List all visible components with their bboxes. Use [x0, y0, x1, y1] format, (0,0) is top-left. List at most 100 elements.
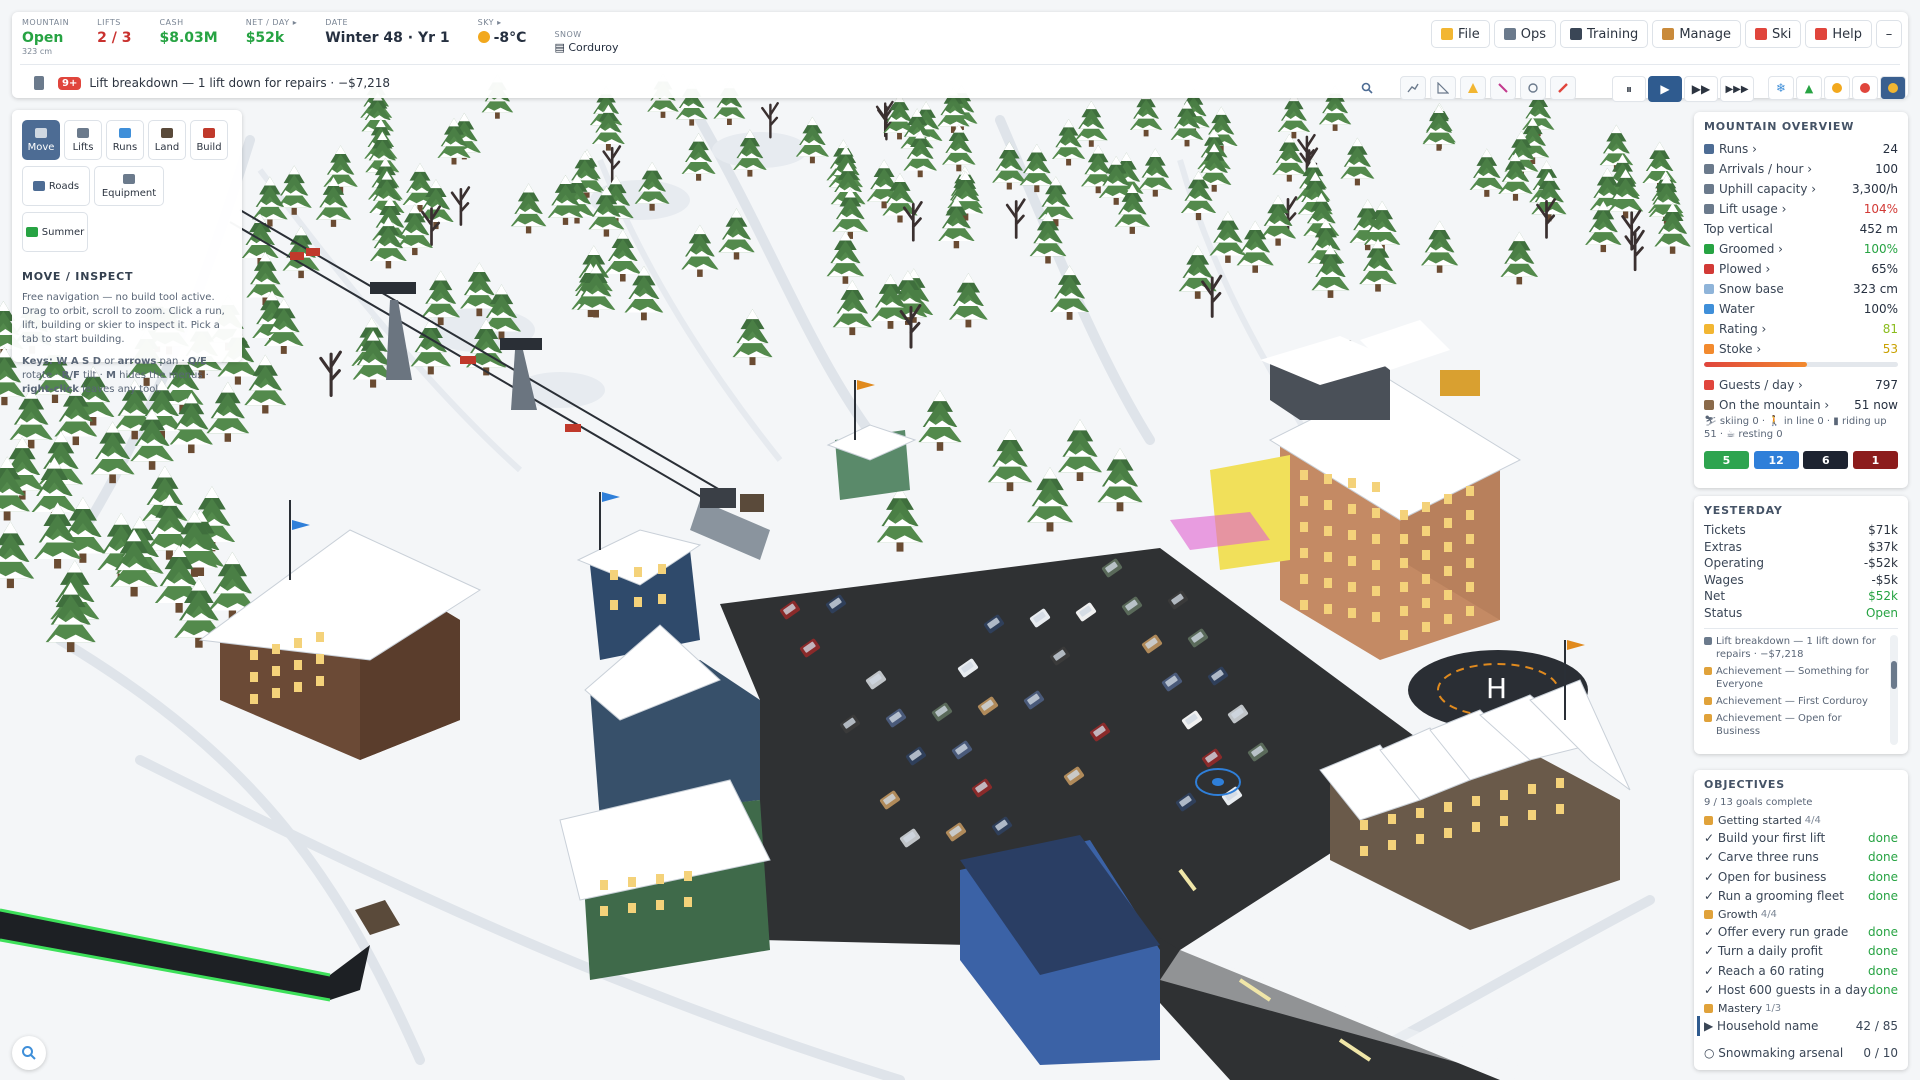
- overview-row[interactable]: Rating › 81: [1704, 319, 1898, 339]
- stat-net-per-day[interactable]: NET / DAY ▸ $52k: [246, 18, 298, 47]
- overview-row[interactable]: Plowed › 65%: [1704, 259, 1898, 279]
- target-icon[interactable]: [1520, 76, 1546, 100]
- slope-icon[interactable]: [1430, 76, 1456, 100]
- overview-row[interactable]: Arrivals / hour › 100: [1704, 159, 1898, 179]
- black-runs-count[interactable]: 6: [1803, 451, 1849, 469]
- row-value: 100%: [1863, 242, 1898, 256]
- fast-forward-button[interactable]: ▶▶: [1684, 76, 1718, 102]
- help-button[interactable]: Help: [1805, 20, 1872, 48]
- corduroy-icon: ▤: [554, 41, 569, 54]
- status-stats: MOUNTAIN Open 323 cm LIFTS 2 / 3 CASH $8…: [22, 18, 647, 62]
- fire-layer-toggle[interactable]: [1852, 76, 1878, 100]
- overview-row[interactable]: Uphill capacity › 3,300/h: [1704, 179, 1898, 199]
- event-log-scrollbar[interactable]: [1890, 635, 1898, 745]
- overview-row[interactable]: Lift usage › 104%: [1704, 199, 1898, 219]
- row-label: Groomed ›: [1719, 242, 1783, 256]
- trophy-icon: [1704, 815, 1713, 825]
- tab-land[interactable]: Land: [148, 120, 186, 160]
- objective-item[interactable]: ✓ Run a grooming fleet done: [1704, 887, 1898, 907]
- brush-icon[interactable]: [1550, 76, 1576, 100]
- blue-runs-count[interactable]: 12: [1753, 451, 1799, 469]
- overview-row-on-mountain[interactable]: On the mountain › 51 now: [1704, 395, 1898, 415]
- objective-label: ✓ Run a grooming fleet: [1704, 889, 1844, 904]
- tree-layer-toggle[interactable]: ▲: [1796, 76, 1822, 100]
- zoom-button[interactable]: [12, 1036, 46, 1070]
- row-label: Water: [1719, 302, 1755, 316]
- objective-item[interactable]: ✓ Build your first lift done: [1704, 828, 1898, 848]
- objective-item[interactable]: ✓ Carve three runs done: [1704, 848, 1898, 868]
- log-item[interactable]: Achievement — First Corduroy: [1704, 695, 1884, 708]
- tab-label: Land: [154, 141, 180, 153]
- overview-row-guests[interactable]: Guests / day › 797: [1704, 375, 1898, 395]
- log-item[interactable]: Achievement — Something for Everyone: [1704, 665, 1884, 691]
- window: [1466, 606, 1474, 616]
- tab-runs[interactable]: Runs: [106, 120, 144, 160]
- ops-button[interactable]: Ops: [1493, 20, 1557, 48]
- stat-label: CASH: [159, 18, 184, 27]
- window: [1444, 518, 1452, 528]
- warning-icon[interactable]: [1460, 76, 1486, 100]
- overview-row: Snow base 323 cm: [1704, 279, 1898, 299]
- objective-item[interactable]: ✓ Reach a 60 rating done: [1704, 961, 1898, 981]
- event-log[interactable]: Lift breakdown — 1 lift down for repairs…: [1704, 628, 1898, 745]
- double-black-runs-count[interactable]: 1: [1852, 451, 1898, 469]
- pause-button[interactable]: ⏸: [1612, 76, 1646, 102]
- ski-trail-icon[interactable]: [1490, 76, 1516, 100]
- overview-row[interactable]: Groomed › 100%: [1704, 239, 1898, 259]
- lamp-layer-toggle[interactable]: [1880, 76, 1906, 100]
- objective-item[interactable]: ✓ Host 600 guests in a day done: [1704, 981, 1898, 1001]
- row-label: Arrivals / hour ›: [1719, 162, 1813, 176]
- alert-ticker[interactable]: 9+ Lift breakdown — 1 lift down for repa…: [34, 76, 390, 90]
- snowflake-layer-toggle[interactable]: ❄: [1768, 76, 1794, 100]
- tab-summer[interactable]: Summer: [22, 212, 88, 252]
- search-icon[interactable]: [1354, 76, 1380, 100]
- minimize-button[interactable]: –: [1876, 20, 1902, 48]
- yesterday-panel: YESTERDAY Tickets $71k Extras $37k Operating…: [1694, 496, 1908, 754]
- stat-sky[interactable]: SKY ▸ -8°C: [477, 18, 526, 47]
- window: [1372, 482, 1380, 492]
- window: [1422, 598, 1430, 608]
- log-item[interactable]: Achievement — Open for Business: [1704, 712, 1884, 738]
- training-button[interactable]: Training: [1560, 20, 1649, 48]
- play-button[interactable]: ▶: [1648, 76, 1682, 102]
- overview-row[interactable]: Runs › 24: [1704, 139, 1898, 159]
- stat-mountain[interactable]: MOUNTAIN Open 323 cm: [22, 18, 69, 56]
- row-value: $71k: [1868, 523, 1898, 537]
- sun-layer-toggle[interactable]: [1824, 76, 1850, 100]
- stat-cash[interactable]: CASH $8.03M: [159, 18, 217, 47]
- objective-item[interactable]: ✓ Turn a daily profit done: [1704, 942, 1898, 962]
- tab-roads[interactable]: Roads: [22, 166, 90, 206]
- yesterday-row: Status Open: [1704, 606, 1898, 623]
- window: [1400, 630, 1408, 640]
- row-value: 51 now: [1854, 398, 1898, 412]
- log-item[interactable]: Lift breakdown — 1 lift down for repairs…: [1704, 635, 1884, 661]
- row-value: -$52k: [1863, 556, 1898, 570]
- alert-text: Lift breakdown — 1 lift down for repairs…: [89, 76, 391, 90]
- window: [1444, 614, 1452, 624]
- chart-icon[interactable]: [1400, 76, 1426, 100]
- scrollbar-thumb[interactable]: [1891, 661, 1897, 689]
- objective-item[interactable]: ○ Snowmaking arsenal 0 / 10: [1704, 1044, 1898, 1064]
- file-button[interactable]: File: [1430, 20, 1490, 48]
- manage-button[interactable]: Manage: [1652, 20, 1741, 48]
- objective-item[interactable]: ✓ Offer every run grade done: [1704, 922, 1898, 942]
- question-icon: [1815, 28, 1828, 40]
- objective-item[interactable]: ✓ Open for business done: [1704, 867, 1898, 887]
- stat-lifts[interactable]: LIFTS 2 / 3: [97, 18, 131, 47]
- row-value: 81: [1882, 322, 1898, 336]
- window: [1400, 510, 1408, 520]
- tab-equipment[interactable]: Equipment: [94, 166, 164, 206]
- objective-item[interactable]: ▶ Household name 42 / 85: [1697, 1016, 1898, 1036]
- ski-button[interactable]: Ski: [1744, 20, 1802, 48]
- green-runs-count[interactable]: 5: [1704, 451, 1749, 469]
- game-viewport[interactable]: H: [0, 0, 1920, 1080]
- money-bag-icon: [1662, 28, 1675, 40]
- skier-icon: [1754, 28, 1767, 40]
- stat-label: SNOW: [554, 30, 582, 39]
- tab-move[interactable]: Move: [22, 120, 60, 160]
- tab-build[interactable]: Build: [190, 120, 228, 160]
- fastest-button[interactable]: ▶▶▶: [1720, 76, 1754, 102]
- tab-lifts[interactable]: Lifts: [64, 120, 102, 160]
- overview-row[interactable]: Stoke › 53: [1704, 339, 1898, 359]
- row-label: Rating ›: [1719, 322, 1767, 336]
